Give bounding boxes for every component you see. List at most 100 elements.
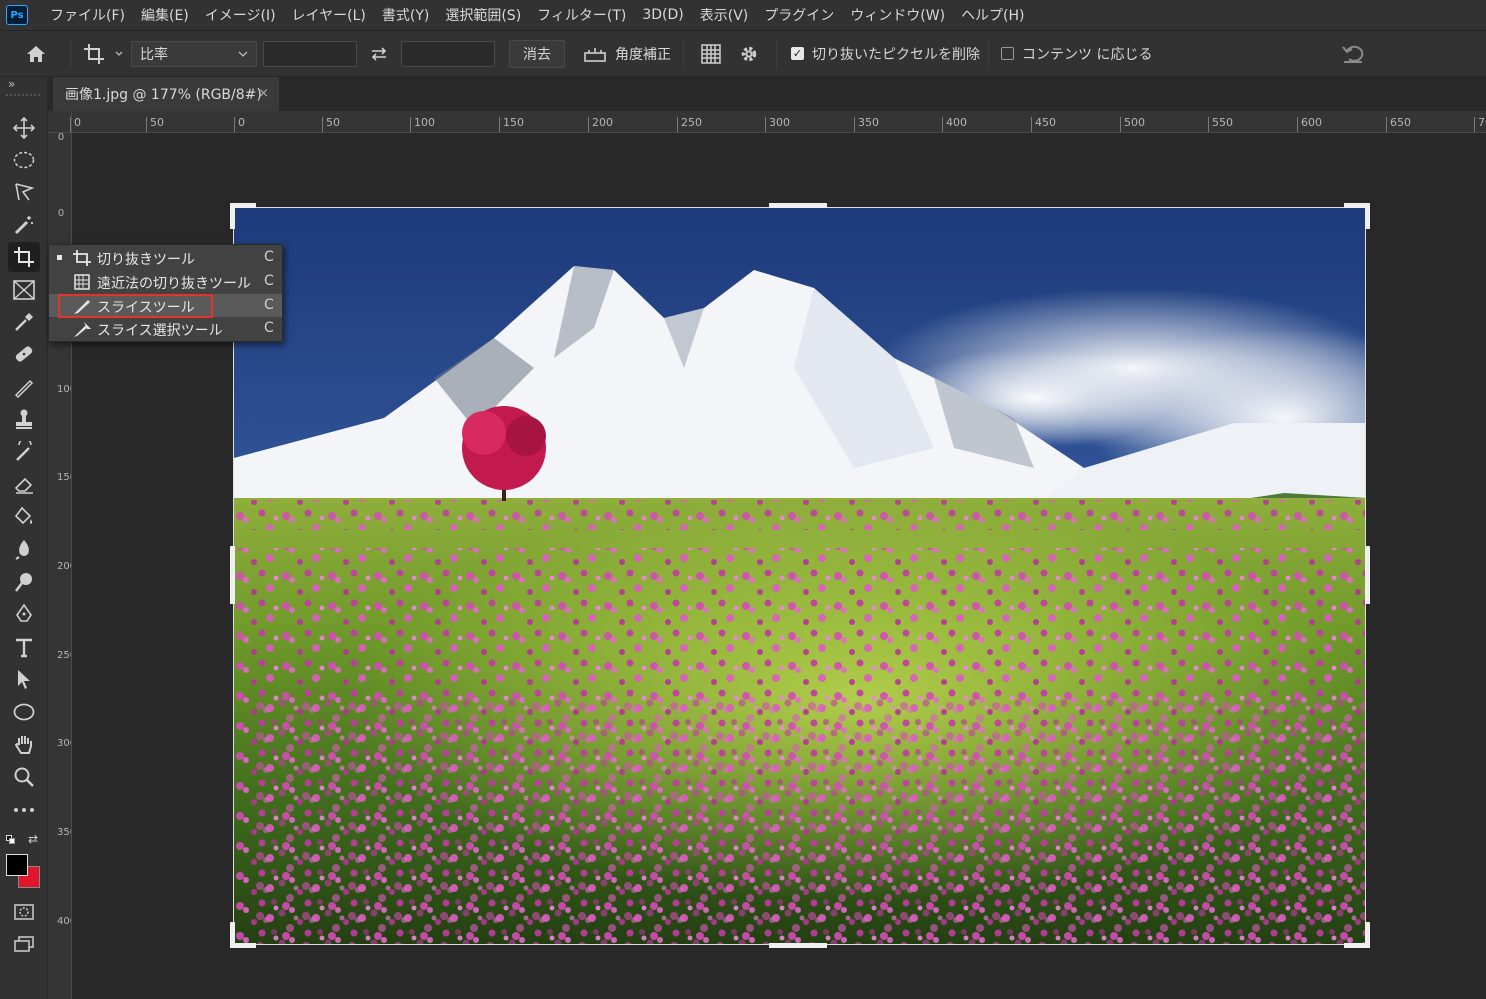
perspective-crop-icon: [74, 274, 90, 290]
crop-handle-bottom-right-v[interactable]: [1365, 922, 1370, 948]
menu-window[interactable]: ウィンドウ(W): [842, 5, 953, 25]
width-field[interactable]: [263, 40, 357, 67]
eraser-icon[interactable]: [8, 469, 40, 499]
ruler-tick-label: 0: [234, 117, 245, 132]
delete-cropped-pixels-option[interactable]: ✓ 切り抜いたピクセルを削除: [791, 44, 980, 64]
menu-view[interactable]: 表示(V): [692, 5, 757, 25]
grid-overlay-icon[interactable]: [692, 39, 730, 69]
flyout-item-slice-select[interactable]: スライス選択ツール C: [49, 317, 282, 340]
straighten-icon[interactable]: [575, 39, 615, 69]
flyout-item-label: 切り抜きツール: [97, 252, 195, 268]
screen-mode-icon[interactable]: [8, 929, 40, 959]
active-tool-bullet: [57, 255, 62, 260]
crop-handle-top-left-v[interactable]: [230, 203, 235, 229]
ellipse-marquee-icon[interactable]: [8, 145, 40, 175]
type-tool-icon[interactable]: [8, 632, 40, 662]
crop-handle-bottom[interactable]: [769, 943, 827, 948]
more-tools-icon[interactable]: [8, 795, 40, 825]
close-icon[interactable]: ×: [258, 86, 269, 101]
crop-handle-bottom-left-v[interactable]: [230, 922, 235, 948]
gear-icon[interactable]: [730, 39, 768, 69]
options-bar: 比率 消去 角度補正 ✓ 切り抜いたピクセルを削除 コンテンツ に応じる: [0, 30, 1486, 76]
default-colors-icon[interactable]: [6, 835, 16, 845]
content-aware-checkbox[interactable]: [1001, 47, 1014, 60]
flyout-item-crop[interactable]: 切り抜きツール C: [49, 246, 282, 269]
brush-icon[interactable]: [8, 372, 40, 402]
menu-filter[interactable]: フィルター(T): [529, 5, 634, 25]
menu-edit[interactable]: 編集(E): [133, 5, 197, 25]
pen-icon[interactable]: [8, 599, 40, 629]
ellipse-shape-icon[interactable]: [8, 697, 40, 727]
history-brush-icon[interactable]: [8, 437, 40, 467]
swap-icon[interactable]: [357, 39, 401, 69]
ruler-tick-label: 0: [70, 117, 81, 132]
zoom-icon[interactable]: [8, 762, 40, 792]
chevron-down-icon: [238, 51, 248, 57]
ruler-tick-label: 0: [57, 208, 65, 219]
ruler-tick-label: 450: [1031, 117, 1056, 132]
menu-image[interactable]: イメージ(I): [197, 5, 284, 25]
menu-file[interactable]: ファイル(F): [42, 5, 133, 25]
dodge-icon[interactable]: [8, 567, 40, 597]
ruler-tick-label: 150: [57, 472, 71, 483]
document-image[interactable]: [233, 207, 1366, 945]
healing-brush-icon[interactable]: [8, 339, 40, 369]
ruler-tick-label: 550: [1208, 117, 1233, 132]
ruler-tick-label: 600: [1297, 117, 1322, 132]
eyedropper-icon[interactable]: [8, 307, 40, 337]
menu-type[interactable]: 書式(Y): [374, 5, 437, 25]
blur-icon[interactable]: [8, 534, 40, 564]
menu-3d[interactable]: 3D(D): [634, 7, 691, 23]
menu-select[interactable]: 選択範囲(S): [437, 5, 529, 25]
delete-cropped-checkbox[interactable]: ✓: [791, 47, 804, 60]
content-aware-option[interactable]: コンテンツ に応じる: [1001, 44, 1152, 64]
ruler-tick-label: 100: [410, 117, 435, 132]
quick-mask-icon[interactable]: [8, 897, 40, 927]
toolbar-grip: [6, 94, 40, 96]
lasso-icon[interactable]: [8, 177, 40, 207]
document-tab-bar: 画像1.jpg @ 177% (RGB/8#) ×: [48, 77, 1486, 111]
separator: [70, 38, 71, 69]
ruler-tick-label: 250: [677, 117, 702, 132]
reset-icon[interactable]: [1338, 39, 1368, 69]
ruler-tick-label: 400: [57, 916, 71, 927]
landscape-photo: [234, 208, 1365, 944]
ratio-select-label: 比率: [140, 46, 168, 63]
crop-handle-left[interactable]: [230, 546, 235, 604]
straighten-label[interactable]: 角度補正: [615, 44, 671, 64]
menu-plugins[interactable]: プラグイン: [756, 5, 842, 25]
crop-handle-top-right-v[interactable]: [1365, 203, 1370, 229]
swap-colors-icon[interactable]: ⇄: [28, 832, 38, 846]
ruler-tick-label: 350: [57, 827, 71, 838]
crop-icon: [73, 250, 91, 266]
paint-bucket-icon[interactable]: [8, 502, 40, 532]
delete-cropped-label: 切り抜いたピクセルを削除: [812, 46, 980, 63]
ruler-tick-label: 50: [146, 117, 164, 132]
stamp-icon[interactable]: [8, 404, 40, 434]
crop-preset-icon[interactable]: [79, 34, 131, 74]
height-field[interactable]: [401, 40, 495, 67]
ruler-corner: [48, 111, 72, 132]
ruler-tick-label: 650: [1386, 117, 1411, 132]
menu-layer[interactable]: レイヤー(L): [284, 5, 374, 25]
ratio-select[interactable]: 比率: [131, 40, 257, 67]
flyout-item-perspective-crop[interactable]: 遠近法の切り抜きツール C: [49, 270, 282, 293]
crop-tool-icon[interactable]: [8, 242, 40, 272]
ruler-tick-label: 100: [57, 384, 71, 395]
ruler-tick-label: 300: [765, 117, 790, 132]
crop-handle-right[interactable]: [1365, 546, 1370, 604]
clear-button[interactable]: 消去: [509, 39, 565, 68]
frame-tool-icon[interactable]: [8, 275, 40, 305]
path-selection-icon[interactable]: [8, 664, 40, 694]
crop-handle-top[interactable]: [769, 203, 827, 208]
home-icon[interactable]: [10, 34, 62, 74]
magic-wand-icon[interactable]: [8, 210, 40, 240]
ruler-tick-label: 0: [57, 133, 65, 143]
document-tab-title: 画像1.jpg @ 177% (RGB/8#): [65, 87, 262, 103]
menu-help[interactable]: ヘルプ(H): [953, 5, 1032, 25]
foreground-color-swatch[interactable]: [6, 854, 28, 876]
document-tab[interactable]: 画像1.jpg @ 177% (RGB/8#) ×: [53, 77, 279, 111]
collapse-icon[interactable]: »: [8, 77, 15, 91]
move-tool-icon[interactable]: [8, 113, 40, 143]
hand-icon[interactable]: [8, 729, 40, 759]
